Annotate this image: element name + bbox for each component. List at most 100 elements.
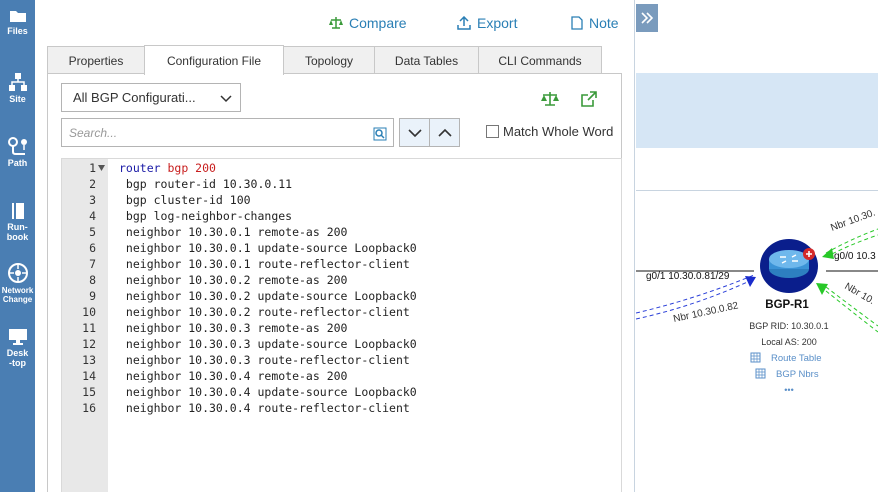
- nav-runbook[interactable]: Run- book: [0, 202, 35, 242]
- route-table-label: Route Table: [771, 353, 822, 364]
- nbr-left-label: Nbr 10.30.0.82: [672, 300, 739, 325]
- nav-desktop-label-1: Desk: [6, 348, 29, 358]
- line-text: neighbor 10.30.0.3 update-source Loopbac…: [119, 337, 417, 351]
- nav-path[interactable]: Path: [0, 136, 35, 168]
- search-next-button[interactable]: [399, 118, 430, 147]
- tab-properties[interactable]: Properties: [47, 46, 145, 74]
- bgp-nbrs-link[interactable]: BGP Nbrs: [755, 368, 819, 380]
- compare-label: Compare: [349, 15, 407, 31]
- external-link-icon: [581, 91, 597, 107]
- arrow-bottom-right-icon: [816, 283, 828, 295]
- search-input[interactable]: [69, 125, 359, 140]
- export-label: Export: [477, 15, 518, 31]
- line-number: 12: [82, 337, 96, 351]
- line-number: 9: [89, 289, 96, 303]
- line-text: bgp router-id 10.30.0.11: [119, 177, 293, 191]
- folder-icon: [9, 11, 26, 22]
- more-options-icon[interactable]: •••: [784, 385, 793, 395]
- export-button[interactable]: Export: [457, 14, 517, 32]
- scale-icon: [541, 92, 559, 106]
- match-whole-word-checkbox[interactable]: [486, 125, 499, 138]
- line-number: 1: [89, 161, 96, 175]
- line-number: 16: [82, 401, 96, 415]
- nav-desktop-label-2: -top: [9, 358, 26, 368]
- device-name[interactable]: BGP-R1: [765, 299, 809, 311]
- router-icon[interactable]: [769, 250, 809, 278]
- line-number: 8: [89, 273, 96, 287]
- line-number: 14: [82, 369, 96, 383]
- chevron-down-icon: [407, 128, 422, 137]
- topology-map[interactable]: g0/1 10.30.0.81/29 Nbr 10.30.0.82 Nbr 10…: [636, 191, 878, 492]
- tab-data-tables[interactable]: Data Tables: [374, 46, 479, 74]
- line-number: 7: [89, 257, 96, 271]
- nbr-top-right-label: Nbr 10.30.: [829, 208, 877, 234]
- left-nav: Files Site Path Run- book Network Change…: [0, 0, 35, 492]
- nav-desktop[interactable]: Desk -top: [0, 328, 35, 368]
- nav-network-change-label-1: Network: [1, 286, 34, 295]
- tab-topology[interactable]: Topology: [283, 46, 375, 74]
- line-text-highlighted: router bgp 200: [119, 161, 216, 175]
- line-number: 11: [82, 321, 96, 335]
- line-text: neighbor 10.30.0.3 remote-as 200: [119, 321, 348, 335]
- config-filter-select[interactable]: All BGP Configurati...: [61, 83, 241, 112]
- note-button[interactable]: Note: [571, 14, 619, 32]
- nbr-bottom-right-label: Nbr 10.: [843, 281, 877, 307]
- arrow-left-icon: [745, 276, 756, 287]
- line-text: bgp log-neighbor-changes: [119, 209, 293, 223]
- nav-path-label: Path: [7, 158, 28, 168]
- scale-icon: [329, 17, 343, 29]
- line-text: neighbor 10.30.0.1 route-reflector-clien…: [119, 257, 410, 271]
- config-tab-body: All BGP Configurati... Match Whole Word: [47, 73, 622, 492]
- bgp-nbrs-label: BGP Nbrs: [776, 369, 819, 380]
- nav-runbook-label-2: book: [6, 232, 29, 242]
- local-as-label: Local AS: 200: [761, 337, 817, 347]
- expand-panel-button[interactable]: [636, 4, 658, 32]
- network-change-icon: [7, 263, 28, 283]
- site-icon: [8, 73, 27, 91]
- bgp-rid-label: BGP RID: 10.30.0.1: [749, 321, 828, 331]
- nav-site-label: Site: [9, 94, 26, 104]
- line-number: 15: [82, 385, 96, 399]
- line-number: 4: [89, 209, 96, 223]
- line-text: neighbor 10.30.0.2 update-source Loopbac…: [119, 289, 417, 303]
- config-filter-value: All BGP Configurati...: [73, 90, 196, 105]
- arrow-top-right-icon: [822, 248, 834, 259]
- line-number: 10: [82, 305, 96, 319]
- tab-cli-commands[interactable]: CLI Commands: [478, 46, 602, 74]
- search-box: [61, 118, 394, 147]
- compare-config-button[interactable]: [541, 91, 559, 112]
- table-icon: [755, 368, 766, 379]
- app-root: Files Site Path Run- book Network Change…: [0, 0, 878, 492]
- chevron-up-icon: [437, 128, 452, 137]
- desktop-icon: [8, 329, 27, 345]
- line-text: neighbor 10.30.0.4 update-source Loopbac…: [119, 385, 417, 399]
- line-text: neighbor 10.30.0.3 route-reflector-clien…: [119, 353, 410, 367]
- nav-runbook-label-1: Run-: [7, 222, 28, 232]
- nav-network-change[interactable]: Network Change: [0, 262, 35, 304]
- export-icon: [457, 16, 471, 30]
- line-number: 5: [89, 225, 96, 239]
- fold-toggle-icon[interactable]: [98, 165, 105, 171]
- line-number: 2: [89, 177, 96, 191]
- nav-files-label: Files: [7, 26, 28, 36]
- compare-button[interactable]: Compare: [329, 14, 407, 32]
- search-icon[interactable]: [373, 127, 387, 141]
- note-icon: [571, 16, 583, 30]
- line-text: neighbor 10.30.0.2 remote-as 200: [119, 273, 348, 287]
- route-table-link[interactable]: Route Table: [750, 352, 822, 364]
- open-external-button[interactable]: [581, 91, 597, 112]
- nav-files[interactable]: Files: [0, 8, 35, 36]
- config-code-viewer[interactable]: 1 router bgp 200 2 bgp router-id 10.30.0.1…: [61, 158, 622, 492]
- table-icon: [750, 352, 761, 363]
- double-chevron-right-icon: [641, 12, 654, 24]
- line-text: neighbor 10.30.0.1 update-source Loopbac…: [119, 241, 417, 255]
- line-number: 3: [89, 193, 96, 207]
- interface-right-label: g0/0 10.3: [834, 251, 876, 262]
- nav-site[interactable]: Site: [0, 72, 35, 104]
- chevron-down-icon: [220, 95, 232, 103]
- line-text: neighbor 10.30.0.1 remote-as 200: [119, 225, 348, 239]
- topology-header-area: [636, 73, 878, 148]
- path-icon: [7, 137, 27, 155]
- tab-configuration-file[interactable]: Configuration File: [144, 45, 284, 75]
- search-prev-button[interactable]: [429, 118, 460, 147]
